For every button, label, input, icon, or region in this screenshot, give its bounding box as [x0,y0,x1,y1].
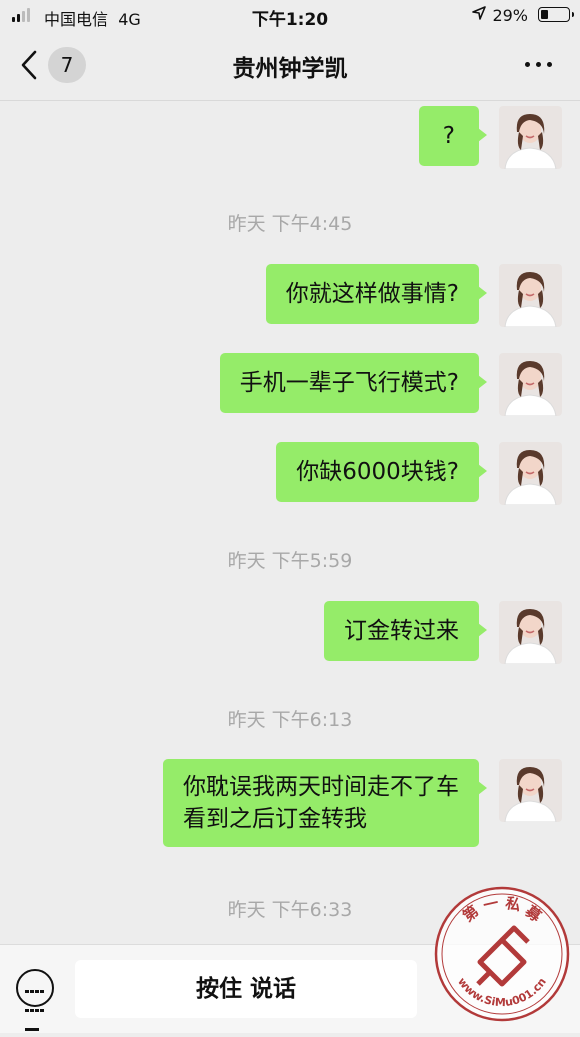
status-bar: 中国电信 4G 下午1:20 29% [0,0,580,32]
profile-photo-icon [499,601,562,664]
battery-percent: 29% [492,6,528,25]
chat-header: 7 贵州钟学凯 [0,32,580,101]
message-bubble[interactable]: 你缺6000块钱? [276,442,487,502]
message-row: 订金转过来 [324,601,562,664]
message-row: 你缺6000块钱? [276,442,562,505]
message-line: 看到之后订金转我 [183,806,367,832]
watermark-seal: 第 一 私 募 www.SiMu001.cn [434,886,570,1022]
timestamp: 昨天 下午6:13 [227,709,353,731]
message-row: 你耽误我两天时间走不了车 看到之后订金转我 [163,759,562,847]
more-options-button[interactable] [525,62,552,67]
avatar[interactable] [499,353,562,416]
timestamp: 昨天 下午4:45 [227,213,353,235]
message-bubble[interactable]: ? [418,106,488,166]
hold-to-talk-button[interactable]: 按住 说话 [75,960,417,1018]
profile-photo-icon [499,353,562,416]
message-bubble[interactable]: 你就这样做事情? [265,264,488,324]
more-dots-icon [525,62,530,67]
timestamp: 昨天 下午5:59 [227,550,353,572]
profile-photo-icon [499,759,562,822]
message-bubble[interactable]: 你耽误我两天时间走不了车 看到之后订金转我 [163,759,487,847]
profile-photo-icon [499,106,562,169]
message-row: ? [418,106,562,169]
avatar[interactable] [499,106,562,169]
avatar[interactable] [499,442,562,505]
profile-photo-icon [499,264,562,327]
avatar[interactable] [499,759,562,822]
message-row: 你就这样做事情? [265,264,562,327]
message-bubble[interactable]: 手机一辈子飞行模式? [219,353,488,413]
avatar[interactable] [499,601,562,664]
avatar[interactable] [499,264,562,327]
chat-title: 贵州钟学凯 [232,56,348,82]
message-row: 手机一辈子飞行模式? [219,353,562,416]
profile-photo-icon [499,442,562,505]
message-bubble[interactable]: 订金转过来 [324,601,487,661]
location-icon [472,6,486,24]
battery-icon [538,7,574,22]
message-list[interactable]: ? 昨天 下午4:45 你就这样做事情? 手机一辈子飞行模式? 你缺6000块钱… [0,101,580,944]
keyboard-icon[interactable] [16,969,54,1031]
message-line: 你耽误我两天时间走不了车 [183,774,459,800]
